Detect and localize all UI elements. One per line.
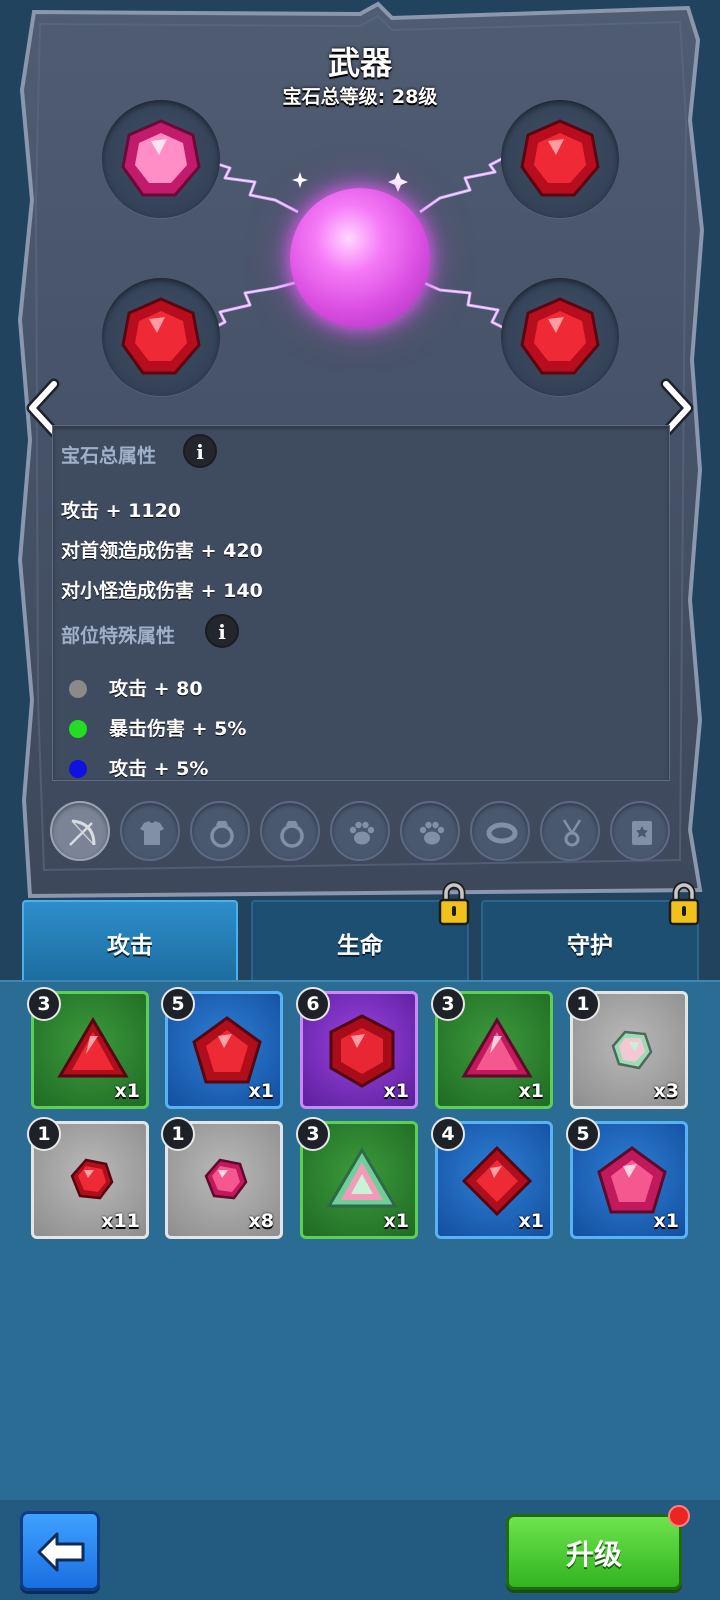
gem-socket-bottom-left[interactable] bbox=[102, 278, 220, 396]
pink-triangle-gem-icon bbox=[461, 1017, 533, 1078]
ring-icon bbox=[210, 821, 234, 848]
slot-pet-1[interactable] bbox=[330, 801, 390, 861]
gem-level-badge: 1 bbox=[161, 1117, 195, 1151]
gem-card[interactable]: 1 x8 bbox=[161, 1117, 283, 1239]
rainbow-gem-icon bbox=[611, 1030, 653, 1070]
gem-level-badge: 3 bbox=[27, 987, 61, 1021]
pink-gem-icon bbox=[121, 119, 201, 197]
stats-panel[interactable]: 宝石总属性 i 攻击 + 1120 对首领造成伤害 + 420 对小怪造成伤害 … bbox=[52, 425, 670, 781]
total-stats-info-button[interactable]: i bbox=[183, 434, 217, 468]
gem-count: x1 bbox=[383, 1210, 409, 1232]
slot-ring-2[interactable] bbox=[260, 801, 320, 861]
paw-icon bbox=[349, 821, 375, 845]
paw-icon bbox=[419, 821, 445, 845]
armor-icon bbox=[140, 821, 164, 845]
red-pentagon-gem-icon bbox=[192, 1016, 262, 1084]
gem-level-badge: 1 bbox=[27, 1117, 61, 1151]
gem-level-badge: 6 bbox=[296, 987, 330, 1021]
red-small-gem-icon bbox=[70, 1158, 114, 1200]
gem-level-badge: 5 bbox=[566, 1117, 600, 1151]
slot-armor[interactable] bbox=[120, 801, 180, 861]
pink-pentagon-gem-icon bbox=[597, 1146, 667, 1214]
gem-count: x11 bbox=[101, 1210, 140, 1232]
gem-socket-top-right[interactable] bbox=[501, 100, 619, 218]
slot-book[interactable] bbox=[610, 801, 670, 861]
info-icon: i bbox=[196, 440, 204, 464]
gem-count: x8 bbox=[248, 1210, 274, 1232]
stat-line: 攻击 + 1120 bbox=[61, 500, 182, 522]
rainbow-triangle-gem-icon bbox=[326, 1147, 398, 1208]
gem-level-badge: 3 bbox=[296, 1117, 330, 1151]
bracelet-icon bbox=[486, 822, 518, 844]
ring-icon bbox=[280, 821, 304, 848]
tab-life[interactable]: 生命 bbox=[251, 900, 469, 982]
pink-small-gem-icon bbox=[204, 1158, 248, 1200]
gem-card[interactable]: 6 x1 bbox=[296, 987, 418, 1109]
necklace-icon bbox=[562, 819, 582, 847]
slot-ring-1[interactable] bbox=[190, 801, 250, 861]
tab-guard[interactable]: 守护 bbox=[481, 900, 699, 982]
gem-count: x1 bbox=[518, 1080, 544, 1102]
gem-card[interactable]: 3 x1 bbox=[431, 987, 553, 1109]
back-button[interactable] bbox=[20, 1511, 100, 1591]
stat-line: 对小怪造成伤害 + 140 bbox=[61, 580, 263, 602]
notification-dot bbox=[668, 1505, 690, 1527]
bow-icon bbox=[69, 819, 96, 846]
gem-count: x1 bbox=[518, 1210, 544, 1232]
slot-bow[interactable] bbox=[50, 801, 110, 861]
special-stats-info-button[interactable]: i bbox=[205, 614, 239, 648]
gem-card[interactable]: 5 x1 bbox=[566, 1117, 688, 1239]
special-stats-heading: 部位特殊属性 bbox=[61, 625, 176, 647]
back-arrow-icon bbox=[37, 1532, 85, 1572]
special-stat-line: 攻击 + 80 bbox=[109, 678, 203, 700]
gem-level-badge: 4 bbox=[431, 1117, 465, 1151]
special-stat-dot bbox=[69, 680, 87, 698]
gem-socket-top-left[interactable] bbox=[102, 100, 220, 218]
gem-count: x1 bbox=[114, 1080, 140, 1102]
info-icon: i bbox=[218, 620, 226, 644]
lock-icon bbox=[668, 881, 700, 926]
red-gem-icon bbox=[520, 297, 600, 375]
gem-socket-bottom-right[interactable] bbox=[501, 278, 619, 396]
slot-necklace[interactable] bbox=[540, 801, 600, 861]
lock-icon bbox=[438, 881, 470, 926]
red-triangle-gem-icon bbox=[57, 1017, 129, 1078]
upgrade-button[interactable]: 升级 bbox=[506, 1514, 682, 1590]
slot-bracelet[interactable] bbox=[470, 801, 530, 861]
red-hexagon-gem-icon bbox=[329, 1014, 395, 1088]
slot-pet-2[interactable] bbox=[400, 801, 460, 861]
red-gem-icon bbox=[520, 119, 600, 197]
tab-attack[interactable]: 攻击 bbox=[22, 900, 238, 982]
gem-count: x1 bbox=[653, 1210, 679, 1232]
gem-count: x3 bbox=[653, 1080, 679, 1102]
red-diamond-gem-icon bbox=[461, 1145, 533, 1217]
gem-level-badge: 1 bbox=[566, 987, 600, 1021]
special-stat-dot bbox=[69, 720, 87, 738]
gem-level-badge: 5 bbox=[161, 987, 195, 1021]
gem-level-badge: 3 bbox=[431, 987, 465, 1021]
red-gem-icon bbox=[121, 297, 201, 375]
gem-screen: 武器 宝石总等级: 28级 宝石总属性 i 攻击 + 1120 对首领造成伤害 … bbox=[0, 0, 720, 1600]
gem-card[interactable]: 1 x11 bbox=[27, 1117, 149, 1239]
gem-card[interactable]: 3 x1 bbox=[296, 1117, 418, 1239]
stat-line: 对首领造成伤害 + 420 bbox=[61, 540, 263, 562]
total-stats-heading: 宝石总属性 bbox=[61, 445, 157, 467]
book-icon bbox=[632, 821, 652, 845]
special-stat-line: 攻击 + 5% bbox=[109, 758, 209, 780]
gem-core-orb bbox=[290, 188, 430, 328]
gem-card[interactable]: 4 x1 bbox=[431, 1117, 553, 1239]
gem-count: x1 bbox=[248, 1080, 274, 1102]
gem-card[interactable]: 5 x1 bbox=[161, 987, 283, 1109]
gem-card[interactable]: 1 x3 bbox=[566, 987, 688, 1109]
gem-card[interactable]: 3 x1 bbox=[27, 987, 149, 1109]
gem-count: x1 bbox=[383, 1080, 409, 1102]
special-stat-dot bbox=[69, 760, 87, 778]
special-stat-line: 暴击伤害 + 5% bbox=[109, 718, 247, 740]
